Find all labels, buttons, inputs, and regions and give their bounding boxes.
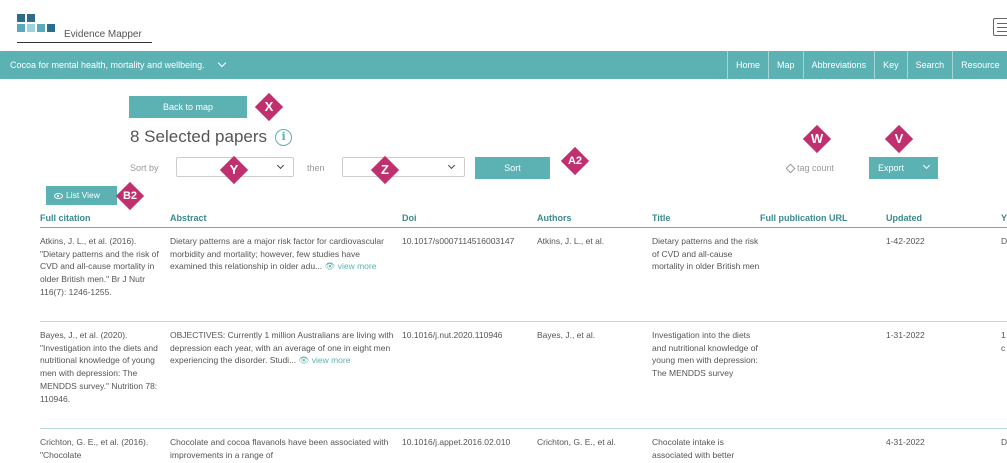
map-title: Cocoa for mental health, mortality and w… (10, 60, 205, 70)
cell-citation: Bayes, J., et al. (2020). "Investigation… (40, 330, 158, 404)
logo-underline (17, 42, 152, 43)
cell-abstract: Dietary patterns are a major risk factor… (170, 235, 396, 273)
marker-z: Z (370, 155, 400, 185)
cell-title: Chocolate intake is associated with bett… (652, 437, 735, 460)
app-name: Evidence Mapper (64, 29, 142, 40)
view-more-label: view more (337, 261, 377, 272)
cell-abstract: Chocolate and cocoa flavanols have been … (170, 437, 389, 460)
cell-doi[interactable]: 10.1017/s0007114516003147 (402, 235, 532, 248)
chevron-down-icon (217, 58, 226, 68)
cell-abstract: OBJECTIVES: Currently 1 million Australi… (170, 329, 396, 367)
column-header-doi[interactable]: Doi (402, 213, 417, 223)
column-header-abstract[interactable]: Abstract (170, 213, 207, 223)
cell-updated: 1-31-2022 (886, 330, 925, 340)
row-divider (40, 321, 1007, 322)
column-header-full-publication-url[interactable]: Full publication URL (760, 213, 848, 223)
sort-by-label: Sort by (130, 163, 159, 173)
list-view-button[interactable]: List View (46, 186, 117, 205)
nav-links: Home Map Abbreviations Key Search Resour… (727, 51, 1007, 79)
column-header-extra[interactable]: Y (1001, 213, 1007, 223)
eye-icon (54, 192, 63, 199)
cell-citation: Atkins, J. L., et al. (2016). "Dietary p… (40, 236, 159, 297)
logo-square (27, 24, 35, 32)
marker-w: W (802, 124, 832, 154)
cell-title: Dietary patterns and the risk of CVD and… (652, 236, 760, 272)
hamburger-menu-icon[interactable] (993, 18, 1007, 36)
logo-square (17, 24, 25, 32)
nav-link-home[interactable]: Home (727, 51, 768, 79)
then-by-select[interactable] (342, 157, 465, 177)
row-divider (40, 428, 1007, 429)
list-view-label: List View (66, 190, 100, 200)
nav-link-abbreviations[interactable]: Abbreviations (802, 51, 875, 79)
cell-extra: 1 c (1001, 330, 1006, 353)
marker-b2: B2 (115, 181, 145, 211)
cell-updated: 4-31-2022 (886, 437, 925, 447)
marker-y: Y (219, 155, 249, 185)
cell-updated: 1-42-2022 (886, 236, 925, 246)
marker-v: V (884, 124, 914, 154)
cell-citation: Crichton, G. E., et al. (2016). "Chocola… (40, 437, 149, 460)
eye-icon: 👁 (324, 261, 336, 272)
column-header-title[interactable]: Title (652, 213, 670, 223)
column-header-authors[interactable]: Authors (537, 213, 572, 223)
chevron-down-icon (922, 161, 931, 170)
cell-authors: Crichton, G. E., et al. (537, 437, 616, 447)
abstract-text: OBJECTIVES: Currently 1 million Australi… (170, 330, 394, 366)
cell-extra: D (1001, 437, 1007, 447)
selected-papers-heading: 8 Selected papers (130, 127, 268, 146)
tag-icon (785, 163, 796, 173)
view-more-label: view more (311, 355, 351, 366)
tag-count-toggle[interactable]: tag count (785, 163, 835, 173)
chevron-down-icon (276, 161, 285, 170)
nav-link-map[interactable]: Map (768, 51, 803, 79)
logo-square (37, 24, 45, 32)
page-title: 8 Selected papers i (130, 127, 293, 147)
cell-doi[interactable]: 10.1016/j.nut.2020.110946 (402, 329, 532, 342)
top-navbar: Cocoa for mental health, mortality and w… (0, 51, 1007, 79)
sort-button[interactable]: Sort (475, 157, 550, 179)
marker-a2: A2 (560, 146, 590, 176)
map-title-dropdown[interactable]: Cocoa for mental health, mortality and w… (10, 58, 226, 70)
tag-count-label: tag count (797, 163, 835, 173)
cell-authors: Bayes, J., et al. (537, 330, 596, 340)
back-to-map-button[interactable]: Back to map (129, 96, 247, 118)
view-more-link[interactable]: 👁 view more (299, 355, 351, 365)
cell-doi[interactable]: 10.1016/j.appet.2016.02.010 (402, 436, 532, 449)
then-label: then (307, 163, 325, 173)
header-divider (40, 227, 1007, 228)
info-icon[interactable]: i (275, 128, 293, 146)
logo-square (27, 14, 35, 22)
marker-x: X (254, 92, 284, 122)
eye-icon: 👁 (298, 355, 310, 366)
column-header-full-citation[interactable]: Full citation (40, 213, 91, 223)
nav-link-resources[interactable]: Resource (952, 51, 1007, 79)
logo-square (47, 24, 55, 32)
export-button[interactable]: Export (869, 157, 938, 179)
view-more-link[interactable]: 👁 view more (325, 261, 377, 271)
cell-title: Investigation into the diets and nutriti… (652, 330, 758, 379)
column-header-updated[interactable]: Updated (886, 213, 922, 223)
nav-link-search[interactable]: Search (906, 51, 953, 79)
nav-link-key[interactable]: Key (874, 51, 907, 79)
export-label: Export (878, 163, 905, 173)
logo-square (17, 14, 25, 22)
chevron-down-icon (447, 161, 456, 170)
cell-authors: Atkins, J. L., et al. (537, 236, 605, 246)
cell-extra: D (1001, 236, 1007, 246)
app-logo[interactable]: Evidence Mapper (17, 12, 152, 43)
